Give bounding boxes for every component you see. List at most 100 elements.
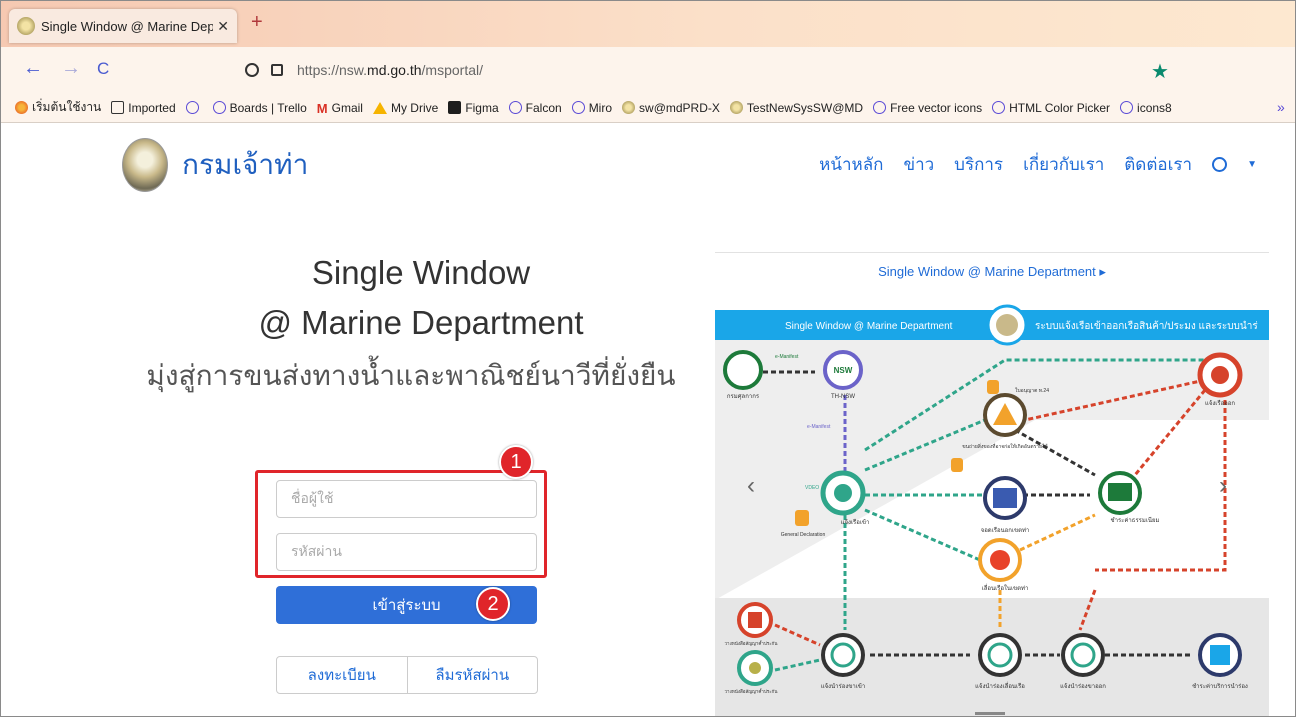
mooring-label: จอดเรือนอกเขตท่า: [981, 526, 1030, 534]
url-text[interactable]: https://nsw.md.go.th/msportal/: [297, 62, 483, 78]
gmail-icon: M: [316, 101, 328, 116]
bookmark-item[interactable]: M Gmail: [316, 100, 363, 117]
customs-label: กรมศุลกากร: [727, 393, 760, 400]
nav-home[interactable]: หน้าหลัก: [819, 151, 883, 178]
bookmark-label: Boards | Trello: [229, 100, 307, 115]
navigation-bar: ← → C https://nsw.md.go.th/msportal/: [1, 47, 1295, 93]
md-seal-icon: [17, 17, 35, 35]
globe-icon: [992, 101, 1006, 114]
banner-right-text: ระบบแจ้งเรือเข้าออกเรือสินค้า/ประมง และร…: [1035, 320, 1258, 332]
page-content: กรมเจ้าท่า หน้าหลัก ข่าว บริการ เกี่ยวกั…: [1, 124, 1295, 716]
bookmark-item[interactable]: Falcon: [508, 100, 562, 115]
carousel-next-icon[interactable]: ›: [1219, 472, 1227, 500]
bookmark-label: Miro: [588, 100, 613, 115]
general-declaration-label: General Declaration: [781, 532, 826, 538]
globe-icon: [571, 101, 585, 114]
bookmark-item[interactable]: icons8: [1120, 101, 1172, 115]
register-button[interactable]: ลงทะเบียน: [277, 657, 407, 693]
lock-icon[interactable]: [271, 64, 283, 76]
bookmark-label: Gmail: [331, 100, 363, 115]
bookmark-item[interactable]: Imported: [111, 100, 176, 115]
hero-title-line1: Single Window: [311, 254, 531, 291]
nav-news[interactable]: ข่าว: [903, 151, 934, 178]
password-input[interactable]: รหัสผ่าน: [276, 533, 537, 571]
forgot-password-button[interactable]: ลืมรหัสผ่าน: [406, 657, 538, 693]
username-input[interactable]: ชื่อผู้ใช้: [276, 480, 537, 518]
language-globe-icon[interactable]: [1212, 157, 1228, 172]
bookmark-item[interactable]: TestNewSysSW@MD: [729, 100, 864, 115]
url-prefix: https://nsw.: [297, 62, 368, 78]
compass-icon: [1070, 642, 1096, 668]
md-seal-icon: [729, 101, 743, 114]
nav-services[interactable]: บริการ: [954, 151, 1003, 178]
compass-icon: [830, 642, 856, 668]
permit-label-top: ใบอนุญาต ท.24: [1015, 387, 1049, 394]
emanifest-side-label: e-Manifest: [807, 424, 831, 430]
bookmark-item[interactable]: เริ่มต้นใช้งาน: [15, 98, 101, 117]
permit-icon: [987, 380, 999, 394]
tab-active[interactable]: Single Window @ Marine Depar ✕: [9, 9, 237, 43]
address-bar[interactable]: https://nsw.md.go.th/msportal/: [241, 54, 1181, 86]
arrive-label: แจ้งเรือเข้า: [841, 518, 870, 526]
chevron-down-icon[interactable]: ▼: [1247, 159, 1257, 170]
document-icon: [748, 612, 762, 628]
map-icon: [993, 488, 1017, 508]
back-button[interactable]: ←: [23, 57, 43, 80]
bookmark-item[interactable]: Miro: [571, 100, 613, 115]
danger-label: ขนถ่ายสิ่งของที่อาจก่อให้เกิดอันตรายได้: [962, 443, 1048, 450]
tab-bar: Single Window @ Marine Depar ✕ +: [1, 1, 1295, 47]
bookmark-item[interactable]: Boards | Trello: [212, 100, 307, 115]
tracking-shield-icon[interactable]: [245, 63, 259, 77]
bookmarks-toolbar: เริ่มต้นใช้งาน Imported Boards | Trello M Gm…: [1, 93, 1295, 123]
carousel-title-link[interactable]: Single Window @ Marine Department ▸: [715, 264, 1269, 280]
site-brand[interactable]: กรมเจ้าท่า: [182, 143, 308, 187]
bookmark-label: HTML Color Picker: [1009, 100, 1111, 115]
bookmark-item[interactable]: sw@mdPRD-X: [622, 101, 720, 115]
general-declaration-icon: [795, 510, 809, 526]
bookmark-star-icon[interactable]: ★: [1151, 59, 1169, 84]
thnsw-label: TH-NSW: [831, 394, 855, 400]
account-links: ลงทะเบียน ลืมรหัสผ่าน: [276, 656, 538, 694]
hero-title-line2: @ Marine Department: [258, 304, 584, 341]
depart-label: แจ้งเรือออก: [1205, 399, 1235, 407]
nav-contact[interactable]: ติดต่อเรา: [1124, 151, 1192, 178]
reload-button[interactable]: C: [97, 59, 109, 79]
bookmark-label: Imported: [128, 100, 176, 115]
nsw-logo-text: NSW: [834, 366, 853, 375]
customs-icon: [723, 350, 763, 390]
globe-icon: [508, 101, 522, 114]
step-badge-1: 1: [499, 445, 533, 479]
invoice-icon: [1210, 645, 1230, 665]
marine-department-logo[interactable]: [122, 138, 168, 192]
globe-icon: [185, 101, 199, 114]
nav-about[interactable]: เกี่ยวกับเรา: [1023, 151, 1104, 178]
carousel-indicator[interactable]: [975, 712, 1005, 715]
bookmark-item[interactable]: Free vector icons: [873, 101, 982, 115]
compass-icon: [987, 642, 1013, 668]
contract-label-2: วางหนังสือสัญญาค้ำประกัน: [725, 688, 778, 694]
bookmark-label: Free vector icons: [890, 100, 983, 115]
forward-button[interactable]: →: [61, 57, 81, 80]
carousel-prev-icon[interactable]: ‹: [747, 472, 755, 500]
hero-tagline: มุ่งสู่การขนส่งทางน้ำและพาณิชย์นาวีที่ยั…: [146, 360, 676, 391]
bookmark-item[interactable]: HTML Color Picker: [992, 101, 1110, 115]
tab-title: Single Window @ Marine Depar: [41, 18, 214, 34]
new-tab-button[interactable]: +: [251, 11, 263, 34]
vdeo-label: VDEO: [805, 485, 819, 491]
bookmark-label: sw@mdPRD-X: [639, 100, 720, 115]
bookmarks-overflow-icon[interactable]: »: [1277, 99, 1285, 115]
close-tab-icon[interactable]: ✕: [217, 18, 229, 35]
pilot-out-label: แจ้งนำร่องขาออก: [1060, 683, 1106, 690]
firefox-icon: [15, 101, 28, 114]
top-nav: หน้าหลัก ข่าว บริการ เกี่ยวกับเรา ติดต่อ…: [799, 151, 1257, 178]
bookmark-label: icons8: [1137, 100, 1172, 115]
bookmark-item[interactable]: My Drive: [372, 101, 438, 115]
bookmark-item[interactable]: [185, 101, 203, 114]
bookmark-label: Falcon: [525, 100, 562, 115]
bookmark-label: TestNewSysSW@MD: [746, 100, 864, 115]
globe-icon: [873, 101, 887, 114]
process-diagram: Single Window @ Marine Department ระบบแจ…: [715, 300, 1269, 716]
globe-icon: [1120, 101, 1134, 114]
pilot-move-label: แจ้งนำร่องเลื่อนเรือ: [975, 682, 1025, 690]
bookmark-item[interactable]: Figma: [448, 101, 499, 115]
